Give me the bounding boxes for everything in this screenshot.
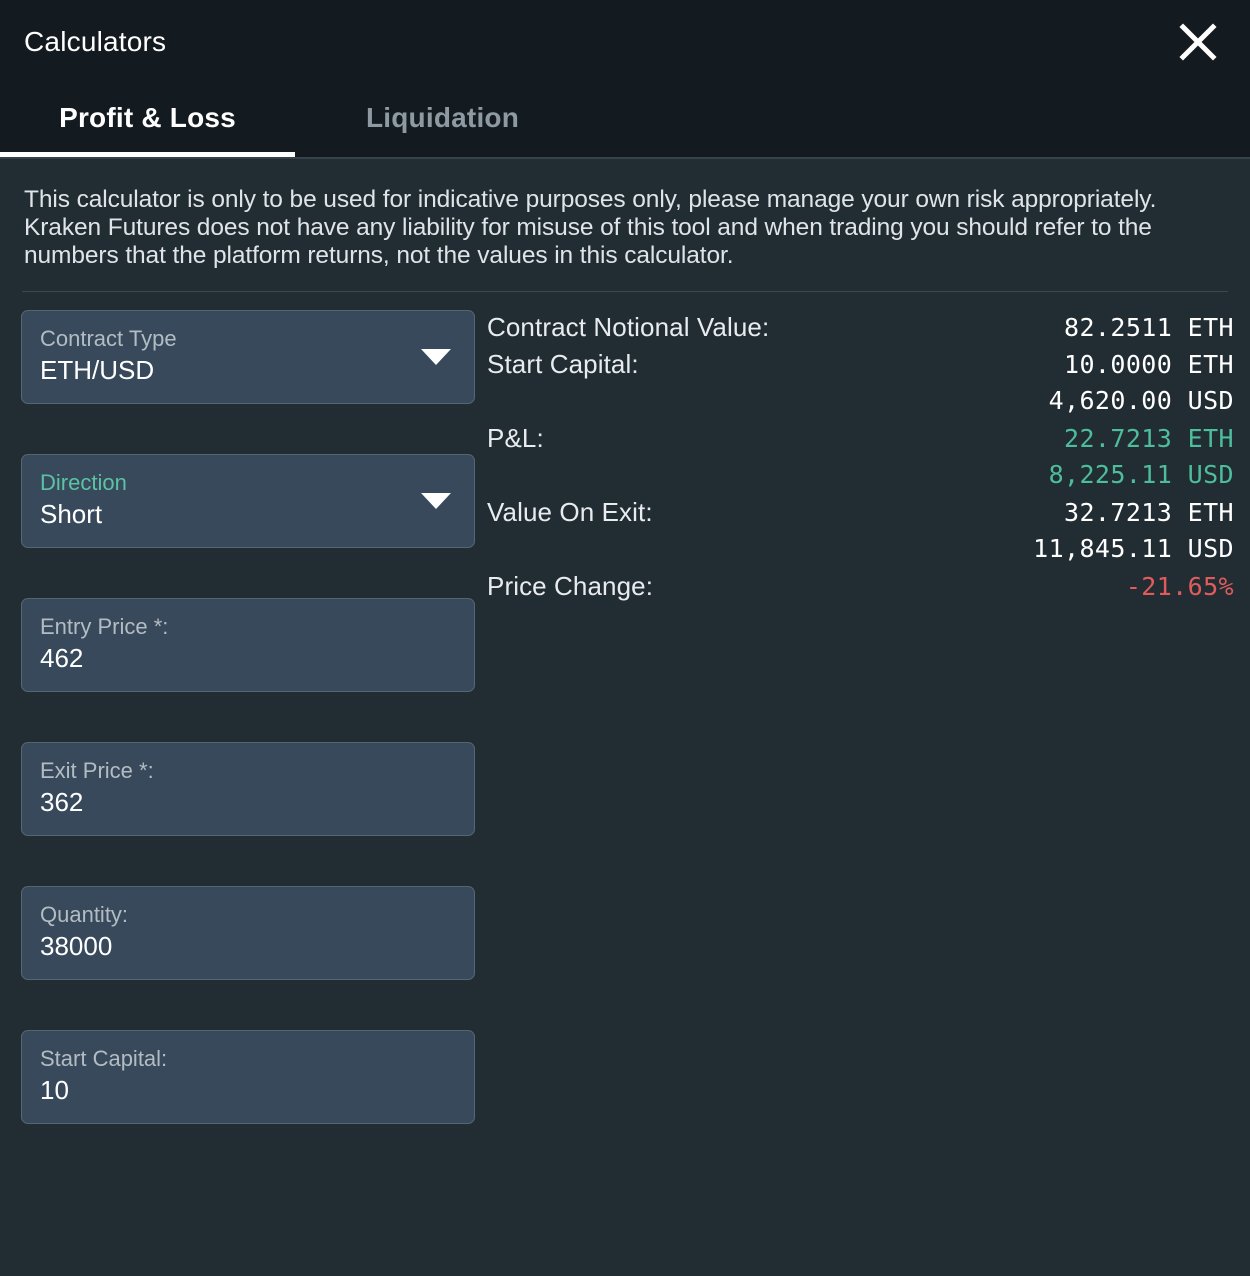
- value-on-exit-eth-label: Value On Exit:: [487, 496, 653, 527]
- tab-profit-and-loss-label: Profit & Loss: [59, 102, 236, 133]
- chevron-down-icon: [421, 492, 451, 509]
- calculator-tabs: Profit & Loss Liquidation: [0, 83, 1250, 159]
- dialog-titlebar: Calculators: [0, 0, 1250, 83]
- tab-liquidation-label: Liquidation: [365, 102, 520, 133]
- calculator-results: Contract Notional Value: 82.2511 ETH Sta…: [475, 310, 1250, 608]
- tab-profit-and-loss[interactable]: Profit & Loss: [0, 83, 295, 157]
- contract-notional-value-value: 82.2511 ETH: [1064, 312, 1234, 342]
- tab-liquidation[interactable]: Liquidation: [295, 83, 590, 157]
- start-capital-field[interactable]: Start Capital: 10: [21, 1029, 475, 1124]
- price-change-value: -21.65%: [1125, 571, 1234, 601]
- result-row: P&L: 22.7213 ETH: [487, 423, 1234, 460]
- price-change-label: Price Change:: [487, 570, 654, 601]
- start-capital-usd-value: 4,620.00 USD: [1048, 385, 1234, 415]
- entry-price-value: 462: [40, 643, 84, 674]
- start-capital-label: Start Capital:: [40, 1045, 168, 1071]
- close-icon-glyph: [1179, 22, 1217, 61]
- direction-select[interactable]: Direction Short: [21, 453, 475, 548]
- contract-notional-value-label: Contract Notional Value:: [487, 311, 770, 342]
- result-row: Start Capital: 10.0000 ETH: [487, 349, 1234, 386]
- quantity-value: 38000: [40, 931, 113, 962]
- pnl-eth-label: P&L:: [487, 422, 544, 453]
- quantity-label: Quantity:: [40, 901, 129, 927]
- result-row: Value On Exit: 32.7213 ETH: [487, 497, 1234, 534]
- entry-price-label: Entry Price *:: [40, 613, 169, 639]
- dialog-body: This calculator is only to be used for i…: [0, 159, 1250, 1276]
- exit-price-value: 362: [40, 787, 84, 818]
- value-on-exit-eth-value: 32.7213 ETH: [1064, 497, 1234, 527]
- pnl-usd-value: 8,225.11 USD: [1048, 459, 1234, 489]
- result-row: Contract Notional Value: 82.2511 ETH: [487, 312, 1234, 349]
- chevron-down-icon: [421, 348, 451, 365]
- close-icon[interactable]: [1172, 16, 1224, 68]
- direction-label: Direction: [40, 469, 127, 495]
- result-row: 8,225.11 USD: [487, 460, 1234, 497]
- page-title: Calculators: [24, 25, 167, 57]
- quantity-field[interactable]: Quantity: 38000: [21, 885, 475, 980]
- start-capital-eth-value: 10.0000 ETH: [1064, 349, 1234, 379]
- result-row: Price Change: -21.65%: [487, 571, 1234, 608]
- pnl-eth-value: 22.7213 ETH: [1064, 423, 1234, 453]
- result-row: 11,845.11 USD: [487, 534, 1234, 571]
- contract-type-label: Contract Type: [40, 325, 177, 351]
- contract-type-select[interactable]: Contract Type ETH/USD: [21, 309, 475, 404]
- contract-type-value: ETH/USD: [40, 355, 155, 386]
- exit-price-field[interactable]: Exit Price *: 362: [21, 741, 475, 836]
- result-row: 4,620.00 USD: [487, 386, 1234, 423]
- calculator-content: Contract Type ETH/USD Direction Short En…: [0, 292, 1250, 1174]
- calculators-dialog: Calculators Profit & Loss Liquidation Th…: [0, 0, 1250, 1276]
- start-capital-eth-label: Start Capital:: [487, 348, 639, 379]
- value-on-exit-usd-value: 11,845.11 USD: [1033, 533, 1234, 563]
- start-capital-value: 10: [40, 1075, 69, 1106]
- direction-value: Short: [40, 499, 103, 530]
- disclaimer-text: This calculator is only to be used for i…: [24, 186, 1157, 269]
- entry-price-field[interactable]: Entry Price *: 462: [21, 597, 475, 692]
- calculator-form: Contract Type ETH/USD Direction Short En…: [0, 309, 475, 1174]
- exit-price-label: Exit Price *:: [40, 757, 154, 783]
